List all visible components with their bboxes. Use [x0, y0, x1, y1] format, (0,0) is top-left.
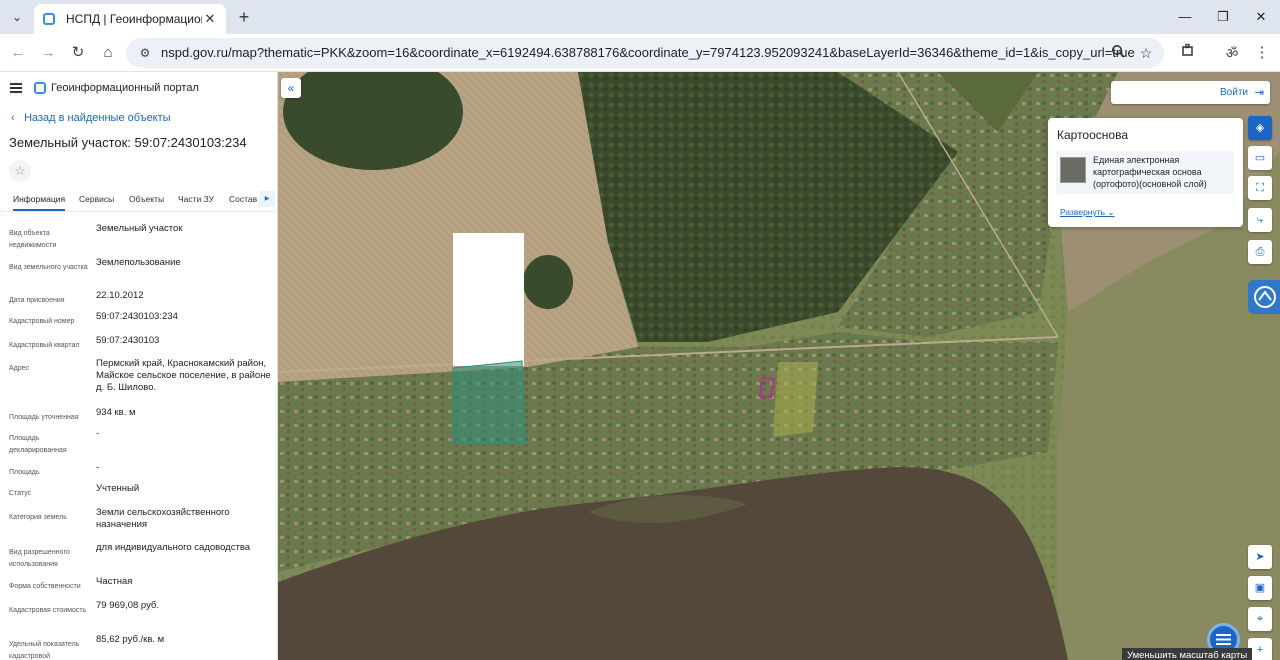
property-label: Статус — [9, 490, 32, 497]
address-bar[interactable]: ⚙ nspd.gov.ru/map?thematic=PKK&zoom=16&c… — [126, 38, 1164, 68]
property-value: 22.10.2012 — [96, 290, 144, 301]
property-label: Кадастровый номер — [9, 318, 75, 325]
tab-objects[interactable]: Объекты — [129, 194, 164, 204]
property-value: 85,62 руб./кв. м — [96, 634, 165, 645]
property-label: Категория земель — [9, 514, 67, 521]
login-icon[interactable]: ⇥ — [1255, 86, 1264, 99]
property-value: Земли сельскохозяйственного назначения — [96, 507, 230, 530]
search-point-tool-icon[interactable]: ⌖ — [1248, 607, 1272, 631]
tab-services[interactable]: Сервисы — [79, 194, 114, 204]
portal-title: Геоинформационный портал — [51, 82, 199, 94]
minimap-tool-icon[interactable]: ▣ — [1248, 576, 1272, 600]
browser-toolbar: ← → ↻ ⌂ ⚙ nspd.gov.ru/map?thematic=PKK&z… — [0, 34, 1280, 72]
forward-icon[interactable]: → — [37, 42, 59, 64]
login-label[interactable]: Войти — [1220, 87, 1248, 98]
tab-composition[interactable]: Состав — [229, 194, 257, 204]
menu-icon[interactable] — [10, 83, 22, 93]
expand-link[interactable]: Развернуть ⌄ — [1060, 207, 1115, 218]
basemap-title: Картооснова — [1057, 128, 1128, 142]
share-tool-icon[interactable]: ⤷ — [1248, 208, 1272, 232]
property-value: - — [96, 428, 100, 439]
back-to-results-link[interactable]: ‹ Назад в найденные объекты — [11, 112, 171, 124]
property-label: Адрес — [9, 365, 30, 372]
layers-tool-icon[interactable]: ◈ — [1248, 116, 1272, 140]
property-label: Форма собственности — [9, 583, 81, 590]
chevron-left-icon: ‹ — [11, 112, 15, 124]
zoom-out-tooltip: Уменьшить масштаб карты — [1122, 648, 1252, 660]
property-value: Землепользование — [96, 257, 181, 268]
property-label: Площадь — [9, 469, 40, 476]
property-label: Кадастровая стоимость — [9, 607, 87, 614]
browser-tab[interactable]: НСПД | Геоинформационный ✕ — [34, 4, 226, 34]
property-value: 59:07:2430103:234 — [96, 311, 178, 322]
cadastral-quarter-highlight[interactable] — [452, 360, 527, 445]
back-icon[interactable]: ← — [7, 42, 29, 64]
locate-tool-icon[interactable]: ➤ — [1248, 545, 1272, 569]
close-window-icon[interactable]: ✕ — [1250, 7, 1272, 27]
tabs-scroll-right-icon[interactable]: ▶ — [259, 191, 275, 207]
select-area-tool-icon[interactable]: ⛶ — [1248, 176, 1272, 200]
login-bar[interactable]: Войти ⇥ — [1111, 81, 1270, 104]
property-value: Частная — [96, 576, 133, 587]
url-text[interactable]: nspd.gov.ru/map?thematic=PKK&zoom=16&coo… — [161, 45, 1135, 60]
search-icon[interactable] — [1108, 43, 1128, 63]
close-tab-icon[interactable]: ✕ — [202, 11, 218, 27]
property-value: 59:07:2430103 — [96, 335, 160, 346]
property-label: Площадь уточненная — [9, 414, 79, 421]
property-label: Кадастровый квартал — [9, 342, 80, 349]
blank-tile — [453, 233, 524, 366]
collapse-panel-button[interactable]: « — [281, 78, 301, 98]
tab-information[interactable]: Информация — [13, 194, 66, 211]
property-value: 79 969,08 руб. — [96, 600, 160, 611]
portal-logo-icon — [34, 82, 46, 94]
ruler-tool-icon[interactable]: ▭ — [1248, 146, 1272, 170]
expand-label[interactable]: Развернуть — [1060, 207, 1105, 217]
tab-title: НСПД | Геоинформационный — [66, 12, 202, 26]
panel-header: Геоинформационный портал — [0, 72, 277, 106]
profile-icon[interactable]: ॐ — [1221, 42, 1243, 64]
home-icon[interactable]: ⌂ — [97, 42, 119, 64]
site-settings-icon[interactable]: ⚙ — [136, 44, 154, 62]
restore-window-icon[interactable]: ❐ — [1212, 7, 1234, 27]
object-info-panel: Геоинформационный портал ‹ Назад в найде… — [0, 72, 278, 660]
back-link-label: Назад в найденные объекты — [24, 112, 171, 124]
chevron-down-icon: ⌄ — [1107, 207, 1115, 217]
basemap-layer-item[interactable]: Единая электронная картографическая осно… — [1056, 151, 1234, 194]
property-value: Земельный участок — [96, 223, 183, 234]
property-label: Вид земельного участка — [9, 264, 88, 271]
tab-parts[interactable]: Части ЗУ — [178, 194, 214, 204]
property-value: для индивидуального садоводства — [96, 542, 251, 553]
object-title: Земельный участок: 59:07:2430103:234 — [9, 135, 247, 150]
property-label: Вид объекта недвижимости — [9, 230, 57, 249]
bookmark-star-icon[interactable]: ☆ — [1136, 43, 1156, 63]
side-panel-tab[interactable] — [1248, 280, 1280, 314]
property-value: Пермский край, Краснокамский район, Майс… — [96, 358, 271, 393]
basemap-card: Картооснова Единая электронная картограф… — [1048, 118, 1243, 227]
property-label: Удельный показатель кадастровой — [9, 641, 80, 660]
basemap-thumbnail — [1060, 157, 1086, 183]
print-tool-icon[interactable]: ⎙ — [1248, 240, 1272, 264]
new-tab-button[interactable]: + — [234, 7, 254, 27]
tab-search-icon[interactable]: ⌄ — [6, 6, 28, 28]
property-value: - — [96, 462, 100, 473]
map-view[interactable]: « Войти ⇥ Картооснова Единая электронная… — [278, 72, 1280, 660]
more-menu-icon[interactable]: ⋮ — [1251, 42, 1273, 64]
favorite-star-icon[interactable]: ☆ — [9, 160, 31, 182]
property-value: 934 кв. м — [96, 407, 136, 418]
site-favicon-icon — [42, 12, 56, 26]
minimize-window-icon[interactable]: — — [1174, 7, 1196, 27]
property-label: Вид разрешенного использования — [9, 549, 70, 568]
property-label: Дата присвоения — [9, 297, 65, 304]
info-tabs: Информация Сервисы Объекты Части ЗУ Сост… — [0, 190, 277, 212]
property-label: Площадь декларированная — [9, 435, 67, 454]
browser-tabbar: ⌄ НСПД | Геоинформационный ✕ + — ❐ ✕ — [0, 0, 1280, 34]
extensions-icon[interactable] — [1177, 42, 1199, 64]
basemap-layer-name: Единая электронная картографическая осно… — [1093, 155, 1207, 189]
reload-icon[interactable]: ↻ — [67, 42, 89, 64]
property-value: Учтенный — [96, 483, 140, 494]
